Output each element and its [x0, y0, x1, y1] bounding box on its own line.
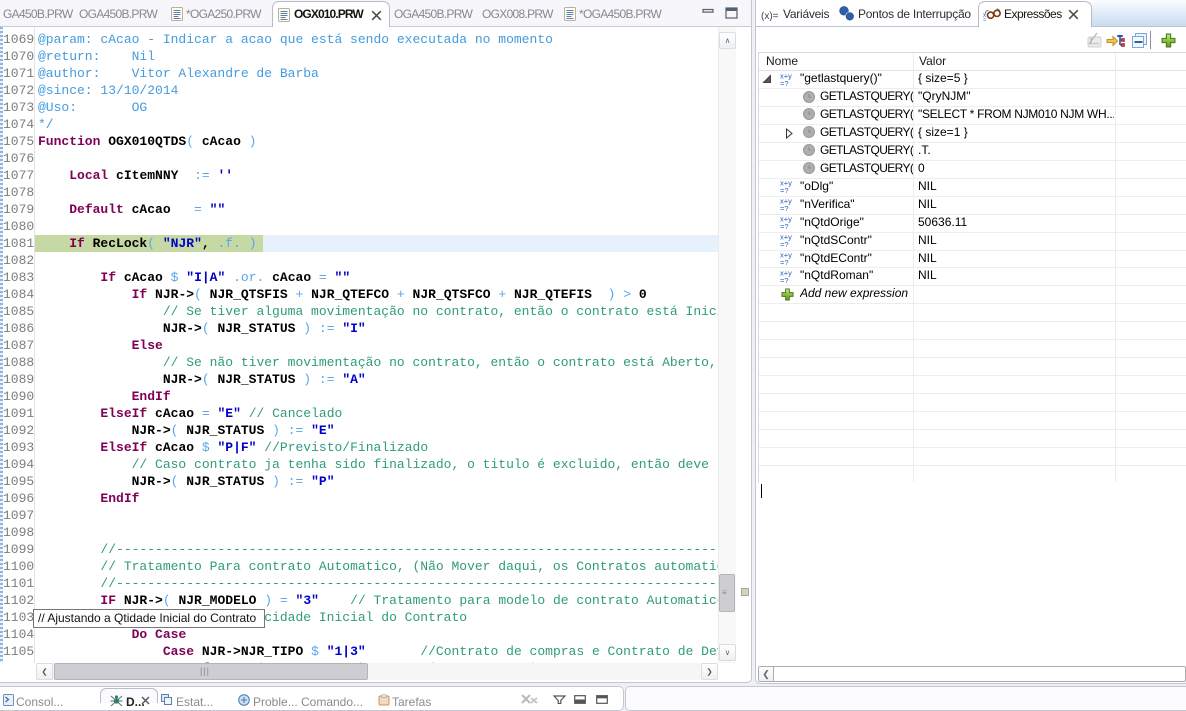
svg-text:=?: =?: [780, 79, 789, 87]
svg-text:=?: =?: [780, 258, 789, 266]
svg-text:=?: =?: [780, 222, 789, 230]
svg-text:=: =: [983, 18, 987, 22]
svg-text:=?: =?: [780, 204, 789, 212]
svg-text:=?: =?: [780, 186, 789, 194]
svg-text:=?: =?: [780, 276, 789, 284]
svg-text:=?: =?: [780, 240, 789, 248]
svg-text:(x)=: (x)=: [761, 11, 779, 21]
